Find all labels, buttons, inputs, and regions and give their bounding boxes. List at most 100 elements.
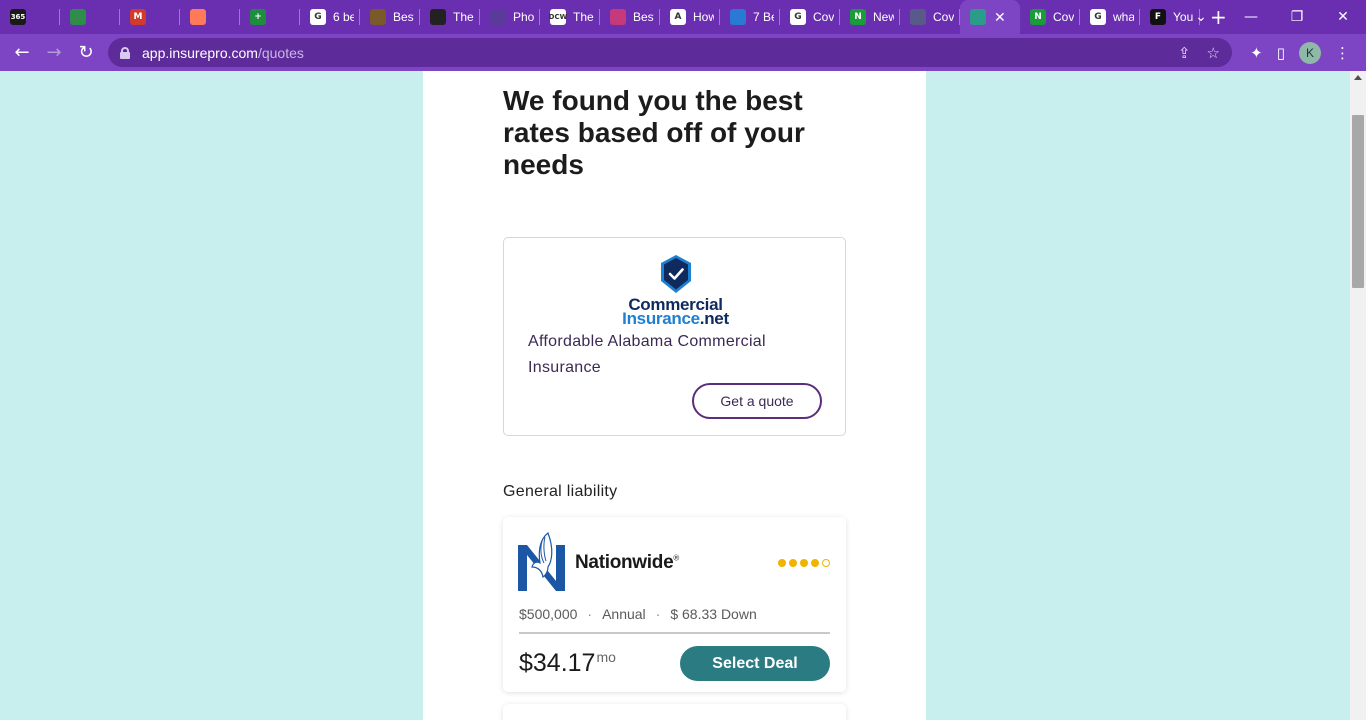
- insurepro-icon: [970, 9, 986, 25]
- forbes-icon: F: [1150, 9, 1166, 25]
- tab-title: Best: [633, 10, 654, 24]
- select-deal-button[interactable]: Select Deal: [680, 646, 830, 681]
- browser-tab[interactable]: [180, 0, 240, 34]
- scrollbar-thumb[interactable]: [1352, 115, 1364, 288]
- rating-dot-filled: [800, 559, 808, 567]
- tab-strip: 365M+G6 beBestThePhoDCWTheBestAHow7 BeGC…: [0, 0, 1366, 34]
- lock-icon[interactable]: [120, 46, 130, 59]
- browser-tab[interactable]: Best: [360, 0, 420, 34]
- browser-tab[interactable]: M: [120, 0, 180, 34]
- browser-tab[interactable]: The: [420, 0, 480, 34]
- site-icon: [370, 9, 386, 25]
- browser-tab[interactable]: [60, 0, 120, 34]
- divider: [519, 632, 830, 634]
- browser-tab[interactable]: A How: [660, 0, 720, 34]
- browser-tab[interactable]: ✕: [960, 0, 1020, 34]
- deal-card: Nationwide® $500,000 · Annual · $ 68.33 …: [503, 517, 846, 692]
- shield-check-icon: [660, 255, 691, 293]
- minimize-button[interactable]: —: [1228, 9, 1274, 25]
- share-icon[interactable]: ⇪: [1178, 44, 1191, 62]
- tab-title: Best: [393, 10, 414, 24]
- nerdwallet-icon: N: [1030, 9, 1046, 25]
- address-bar[interactable]: app.insurepro.com/quotes ⇪ ☆: [108, 38, 1232, 67]
- page-scrollbar[interactable]: [1350, 71, 1366, 720]
- coverage-amount: $500,000: [519, 606, 578, 622]
- close-tab-icon[interactable]: ✕: [994, 9, 1006, 26]
- profile-avatar[interactable]: K: [1299, 41, 1321, 64]
- separator-dot: ·: [655, 606, 661, 622]
- scroll-up-arrow[interactable]: [1354, 75, 1362, 80]
- browser-tab[interactable]: +: [240, 0, 300, 34]
- url-host: app.insurepro.com: [142, 44, 258, 61]
- page-viewport: We found you the best rates based off of…: [0, 71, 1350, 720]
- back-button[interactable]: ←: [6, 37, 38, 69]
- site-icon: [430, 9, 446, 25]
- nerdwallet-icon: N: [850, 9, 866, 25]
- browser-tab[interactable]: G 6 be: [300, 0, 360, 34]
- page-headline: We found you the best rates based off of…: [503, 85, 805, 180]
- site-icon: [610, 9, 626, 25]
- gmail-icon: M: [130, 9, 146, 25]
- rating-dot-filled: [789, 559, 797, 567]
- hubspot-icon: [190, 9, 206, 25]
- browser-tab[interactable]: Cov: [900, 0, 960, 34]
- tab-title: Pho: [513, 10, 534, 24]
- window-controls: ⌄ — ❐ ✕: [1195, 0, 1366, 34]
- browser-tab[interactable]: DCW The: [540, 0, 600, 34]
- featured-offer-card: Commercial Insurance.net Affordable Alab…: [503, 237, 846, 436]
- tab-title: The: [453, 10, 474, 24]
- browser-tab[interactable]: N New: [840, 0, 900, 34]
- price-unit: mo: [596, 649, 616, 665]
- browser-tab[interactable]: N Cov: [1020, 0, 1080, 34]
- browser-tab[interactable]: Pho: [480, 0, 540, 34]
- nationwide-eagle-icon: [518, 532, 565, 591]
- get-quote-button[interactable]: Get a quote: [692, 383, 822, 419]
- url-text[interactable]: app.insurepro.com/quotes: [142, 45, 304, 61]
- google-icon: G: [310, 9, 326, 25]
- monthly-price: $34.17mo: [519, 649, 616, 678]
- extensions-icon[interactable]: ✦: [1250, 44, 1263, 62]
- forward-button[interactable]: →: [38, 37, 70, 69]
- carrier-name-text: Nationwide: [575, 552, 674, 573]
- browser-tab[interactable]: Best: [600, 0, 660, 34]
- bookmark-star-icon[interactable]: ☆: [1207, 44, 1220, 62]
- tab-title: 7 Be: [753, 10, 774, 24]
- section-heading-general-liability: General liability: [503, 483, 618, 500]
- menu-icon[interactable]: ⋮: [1335, 44, 1350, 62]
- close-window-button[interactable]: ✕: [1320, 9, 1366, 25]
- dcw-icon: DCW: [549, 9, 567, 25]
- tab-title: 6 be: [333, 10, 354, 24]
- rating-dot-empty: [822, 559, 830, 567]
- reload-button[interactable]: ↻: [70, 37, 102, 69]
- site-icon: [910, 9, 926, 25]
- tab-title: wha: [1113, 10, 1134, 24]
- carrier-name: Nationwide®: [575, 552, 679, 574]
- browser-tab[interactable]: Gwha: [1080, 0, 1140, 34]
- logo-line-2a: Insurance: [622, 309, 700, 328]
- browser-tab[interactable]: G Cov: [780, 0, 840, 34]
- google-icon: G: [1090, 9, 1106, 25]
- tab-title: Cov: [813, 10, 834, 24]
- rating-dot-filled: [811, 559, 819, 567]
- browser-tab[interactable]: 7 Be: [720, 0, 780, 34]
- down-payment: $ 68.33 Down: [670, 606, 757, 622]
- browser-tab[interactable]: 365: [0, 0, 60, 34]
- nationwide-logo: Nationwide®: [518, 531, 679, 595]
- tab-title: How: [693, 10, 714, 24]
- tab-search-icon[interactable]: ⌄: [1186, 9, 1216, 25]
- tab-title: Cov: [933, 10, 954, 24]
- browser-toolbar: ← → ↻ app.insurepro.com/quotes ⇪ ☆ ✦ ▯ K…: [0, 34, 1366, 71]
- commercialinsurance-wordmark: Commercial Insurance.net: [504, 296, 847, 328]
- google-icon: G: [790, 9, 806, 25]
- office365-icon: 365: [10, 9, 26, 25]
- separator-dot: ·: [587, 606, 593, 622]
- tab-title: The: [573, 10, 594, 24]
- carrier-rating: [778, 559, 830, 567]
- payment-term: Annual: [602, 606, 646, 622]
- price-amount: $34.17: [519, 649, 596, 677]
- quotes-panel: We found you the best rates based off of…: [423, 71, 926, 720]
- site-icon: [730, 9, 746, 25]
- side-panel-icon[interactable]: ▯: [1277, 44, 1285, 62]
- logo-line-2b: .net: [699, 309, 729, 328]
- restore-button[interactable]: ❐: [1274, 9, 1320, 25]
